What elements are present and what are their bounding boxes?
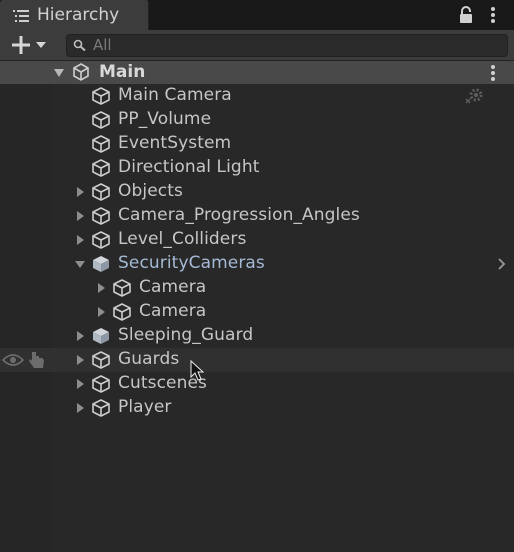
hierarchy-toolbar — [0, 30, 514, 61]
tree-row[interactable]: EventSystem — [0, 132, 514, 156]
collapsed-arrow-icon[interactable] — [74, 378, 86, 390]
create-add-button[interactable] — [8, 34, 50, 56]
gameobject-cube-icon — [92, 183, 110, 201]
prefab-cube-icon — [93, 328, 109, 344]
tree-row[interactable]: Main Camera — [0, 84, 514, 108]
tree-row-label: Camera_Progression_Angles — [118, 205, 360, 225]
expanded-arrow-icon[interactable] — [74, 258, 86, 270]
pointing-hand-icon[interactable] — [28, 350, 46, 370]
tree-row[interactable]: Guards — [0, 348, 514, 372]
eye-icon[interactable] — [2, 353, 24, 367]
gameobject-cube-icon — [92, 375, 110, 393]
gameobject-cube-icon — [92, 399, 110, 417]
tree-row[interactable]: Camera — [0, 276, 514, 300]
scene-header-main[interactable]: Main — [0, 61, 514, 84]
tree-row-label: Guards — [118, 349, 180, 369]
gameobject-cube-icon — [92, 135, 110, 153]
tree-row[interactable]: Level_Colliders — [0, 228, 514, 252]
hierarchy-window: Hierarchy All Main Main Camera PP_Volume… — [0, 0, 514, 552]
tree-row-label: Camera — [139, 277, 207, 297]
tree-row[interactable]: PP_Volume — [0, 108, 514, 132]
tree-row-label: SecurityCameras — [118, 253, 265, 273]
gameobject-cube-icon — [92, 87, 110, 105]
unity-logo-icon — [73, 63, 89, 81]
tree-row-label: EventSystem — [118, 133, 232, 153]
gameobject-cube-icon — [92, 159, 110, 177]
tree-row[interactable]: Directional Light — [0, 156, 514, 180]
tree-row-label: Main Camera — [118, 85, 232, 105]
search-input[interactable] — [93, 36, 493, 54]
tree-row-label: Level_Colliders — [118, 229, 247, 249]
collapsed-arrow-icon[interactable] — [74, 186, 86, 198]
kebab-menu-icon[interactable] — [486, 6, 500, 24]
hierarchy-tree: Main Camera PP_Volume EventSystem Direction… — [0, 84, 514, 552]
tree-row[interactable]: SecurityCameras — [0, 252, 514, 276]
tab-label: Hierarchy — [37, 5, 120, 25]
search-icon — [73, 39, 86, 52]
tree-row-label: Sleeping_Guard — [118, 325, 254, 345]
gameobject-cube-icon — [92, 351, 110, 369]
collapsed-arrow-icon[interactable] — [95, 306, 107, 318]
chevron-right-icon[interactable] — [497, 258, 507, 270]
collapsed-arrow-icon[interactable] — [74, 210, 86, 222]
mouse-cursor-icon — [190, 360, 204, 381]
scene-name: Main — [99, 62, 146, 82]
collapsed-arrow-icon[interactable] — [74, 330, 86, 342]
collapsed-arrow-icon[interactable] — [95, 282, 107, 294]
lock-icon[interactable] — [458, 6, 474, 24]
hierarchy-list-icon — [13, 10, 29, 22]
gameobject-cube-icon — [92, 207, 110, 225]
tab-bar: Hierarchy — [0, 0, 514, 31]
tree-row-label: Player — [118, 397, 172, 417]
tab-hierarchy[interactable]: Hierarchy — [0, 0, 149, 31]
tree-row-label: Directional Light — [118, 157, 260, 177]
collapsed-arrow-icon[interactable] — [74, 234, 86, 246]
settings-icon[interactable] — [464, 87, 484, 105]
tree-row[interactable]: Objects — [0, 180, 514, 204]
gameobject-cube-icon — [92, 111, 110, 129]
search-box[interactable] — [66, 34, 508, 57]
tree-row[interactable]: Player — [0, 396, 514, 420]
kebab-menu-icon[interactable] — [487, 64, 499, 82]
tree-row[interactable]: Sleeping_Guard — [0, 324, 514, 348]
prefab-cube-icon — [93, 256, 109, 272]
collapsed-arrow-icon[interactable] — [74, 354, 86, 366]
tree-row-label: PP_Volume — [118, 109, 212, 129]
collapsed-arrow-icon[interactable] — [74, 402, 86, 414]
tree-row[interactable]: Cutscenes — [0, 372, 514, 396]
tree-row[interactable]: Camera — [0, 300, 514, 324]
gameobject-cube-icon — [92, 231, 110, 249]
gameobject-cube-icon — [113, 279, 131, 297]
expanded-arrow-icon[interactable] — [53, 67, 65, 79]
tree-row-label: Camera — [139, 301, 207, 321]
tree-row-label: Objects — [118, 181, 183, 201]
gameobject-cube-icon — [113, 303, 131, 321]
tree-row[interactable]: Camera_Progression_Angles — [0, 204, 514, 228]
